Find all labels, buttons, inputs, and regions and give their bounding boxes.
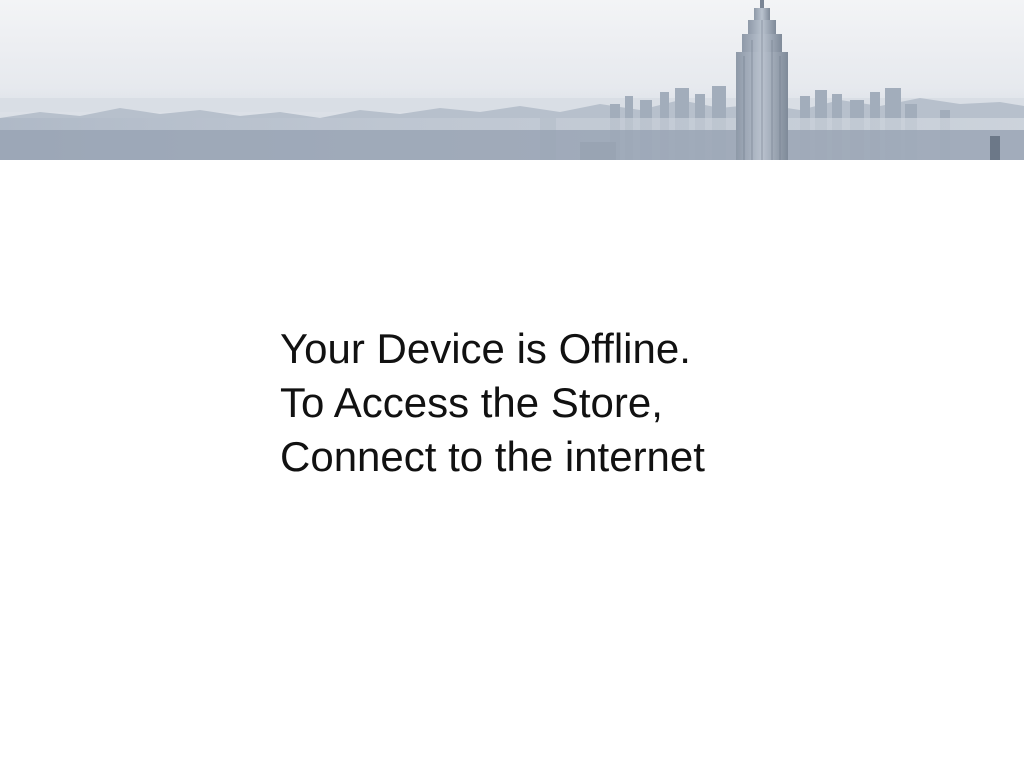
city-skyline-banner: [0, 0, 1024, 160]
offline-screen: Your Device is Offline. To Access the St…: [0, 0, 1024, 768]
offline-message-line-2: To Access the Store,: [280, 379, 663, 426]
offline-message-line-3: Connect to the internet: [280, 433, 705, 480]
offline-message-line-1: Your Device is Offline.: [280, 325, 691, 372]
offline-message: Your Device is Offline. To Access the St…: [280, 322, 705, 484]
